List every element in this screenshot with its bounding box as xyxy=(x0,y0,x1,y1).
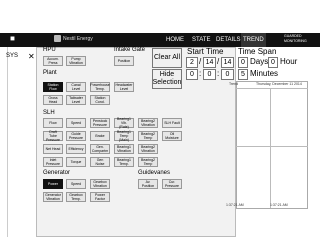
start-time-label: Start Time xyxy=(187,47,224,56)
guidevanes-cur-pressure-button[interactable]: Cur. Pressure xyxy=(162,179,182,189)
hpu-accum-press-button[interactable]: Accum. Press xyxy=(43,56,63,66)
generator-title: Generator xyxy=(43,170,71,176)
slh-flow-button[interactable]: Flow xyxy=(43,118,63,128)
start-minute-input[interactable]: 0 xyxy=(203,69,216,80)
chart-date: Thursday, December 11 2014 xyxy=(256,82,302,86)
tab-details[interactable]: DETAILS xyxy=(216,33,241,47)
top-navigation-bar xyxy=(0,33,320,47)
tab-state[interactable]: STATE xyxy=(192,33,210,47)
sys-label: SYS xyxy=(6,53,19,59)
start-second-input[interactable]: 0 xyxy=(221,69,234,80)
chart-x-end-label: 1:37:21 AM xyxy=(270,203,288,207)
span-hours-input[interactable]: 0 xyxy=(268,57,278,68)
left-strip xyxy=(0,47,8,237)
slh-bearing2-temp-2-button[interactable]: Bearing2 Temp xyxy=(138,157,158,167)
slh-draft-tube-pressure-button[interactable]: Draft Tube Pressure xyxy=(43,130,63,142)
slh-gen-compartment-button[interactable]: Gen. Compartm xyxy=(90,144,110,154)
tab-home[interactable]: HOME xyxy=(166,33,184,47)
slh-bearing2-vibration-button[interactable]: Bearing2 Vibration xyxy=(138,118,158,128)
span-minutes-input[interactable]: 5 xyxy=(238,69,248,80)
chart-gridline xyxy=(236,88,308,89)
generator-gearbox-vibration-button[interactable]: Gearbox Vibration xyxy=(90,179,110,189)
brand-name: Nestil Energy xyxy=(63,35,93,42)
start-year-input[interactable]: 14 xyxy=(221,57,234,68)
plant-tailwater-level-button[interactable]: Tailwater Level xyxy=(66,95,86,105)
clear-all-button[interactable]: Clear All xyxy=(152,48,182,68)
start-month-input[interactable]: 2 xyxy=(186,57,198,68)
slh-bearing1-temp-button[interactable]: Bearing1 Temp. xyxy=(114,157,134,167)
slh-oil-moisture-button[interactable]: Oil Moisture xyxy=(162,131,182,141)
slh-guide-pressure-button[interactable]: Guide Pressure xyxy=(66,131,86,141)
brand-logo-icon xyxy=(54,35,61,42)
slh-efficiency-button[interactable]: Efficiency xyxy=(66,144,86,154)
company-logo: GUARDED MONITORING xyxy=(284,34,307,43)
intake-gate-title: Intake Gate xyxy=(114,47,146,53)
slh-bearing2-temp-button[interactable]: Bearing2 Temp xyxy=(138,131,158,141)
plant-gross-head-button[interactable]: Gross Head xyxy=(43,95,63,105)
chart-gridline xyxy=(236,146,308,147)
plant-canal-level-button[interactable]: Canal Level xyxy=(66,82,86,92)
guidevanes-av-position-button[interactable]: Av. Position xyxy=(138,179,158,189)
date-separator: / xyxy=(217,57,220,66)
slh-bearing1-vibration-button[interactable]: Bearing1 Vibration xyxy=(114,144,134,154)
slh-bearing1-vib-button[interactable]: Bearing1 Vib. (Rate) xyxy=(114,117,134,129)
slh-bearing1-temp-main-button[interactable]: Bearing1 Temp (Main) xyxy=(114,130,134,142)
chart-legend: Trend xyxy=(229,82,239,86)
start-day-input[interactable]: 14 xyxy=(203,57,216,68)
slh-brake-button[interactable]: Brake xyxy=(90,131,110,141)
span-days-label: Days xyxy=(250,57,269,66)
time-span-label: Time Span xyxy=(238,47,277,56)
slh-speed-button[interactable]: Speed xyxy=(66,118,86,128)
trend-chart xyxy=(236,81,308,209)
intake-position-button[interactable]: Position xyxy=(114,56,134,66)
generator-power-button[interactable]: Power xyxy=(43,179,63,189)
time-separator: : xyxy=(217,69,220,78)
hpu-pump-vibration-button[interactable]: Pump Vibration xyxy=(66,56,86,66)
guidevanes-title: Guidevanes xyxy=(138,170,171,176)
start-hour-input[interactable]: 0 xyxy=(186,69,198,80)
generator-speed-button[interactable]: Speed xyxy=(66,179,86,189)
menu-icon[interactable]: ◼ xyxy=(10,35,18,43)
chart-x-start-label: 1:37:21 AM xyxy=(226,203,244,207)
slh-inlet-pressure-button[interactable]: Inlet Pressure xyxy=(43,157,63,167)
generator-gearbox-temp-button[interactable]: Gearbox Temp. xyxy=(66,192,86,202)
brand: Nestil Energy xyxy=(54,35,93,42)
tab-trend[interactable]: TREND xyxy=(241,33,266,47)
slh-fault-button[interactable]: SLH Fault xyxy=(162,118,182,128)
date-separator: / xyxy=(199,57,202,66)
close-icon[interactable]: ✕ xyxy=(28,52,35,61)
slh-bearing2-vibration-2-button[interactable]: Bearing2 Vibration xyxy=(138,144,158,154)
slh-title: SLH xyxy=(43,110,55,116)
generator-vibration-button[interactable]: Generator Vibration xyxy=(43,192,63,202)
hide-selection-button[interactable]: Hide Selection xyxy=(152,69,182,89)
plant-headwater-level-button[interactable]: Headwater Level xyxy=(114,82,134,92)
plant-powerhouse-temp-button[interactable]: Powerhouse Temp. xyxy=(90,82,110,92)
slh-net-head-button[interactable]: Net Head xyxy=(43,144,63,154)
plant-station-flow-button[interactable]: Station Flow xyxy=(43,82,63,92)
span-days-input[interactable]: 0 xyxy=(238,57,248,68)
chart-gridline xyxy=(270,88,271,208)
slh-torque-button[interactable]: Torque xyxy=(66,157,86,167)
span-hours-label: Hour xyxy=(280,57,298,66)
hpu-title: HPU xyxy=(43,47,56,53)
slh-gen-noise-button[interactable]: Gen Noise xyxy=(90,157,110,167)
span-minutes-label: Minutes xyxy=(250,69,279,78)
generator-power-factor-button[interactable]: Power Factor xyxy=(90,192,110,202)
plant-station-cond-button[interactable]: Station Cond. xyxy=(90,95,110,105)
plant-title: Plant xyxy=(43,70,57,76)
time-separator: : xyxy=(199,69,202,78)
slh-penstock-pressure-button[interactable]: Penstock Pressure xyxy=(90,118,110,128)
